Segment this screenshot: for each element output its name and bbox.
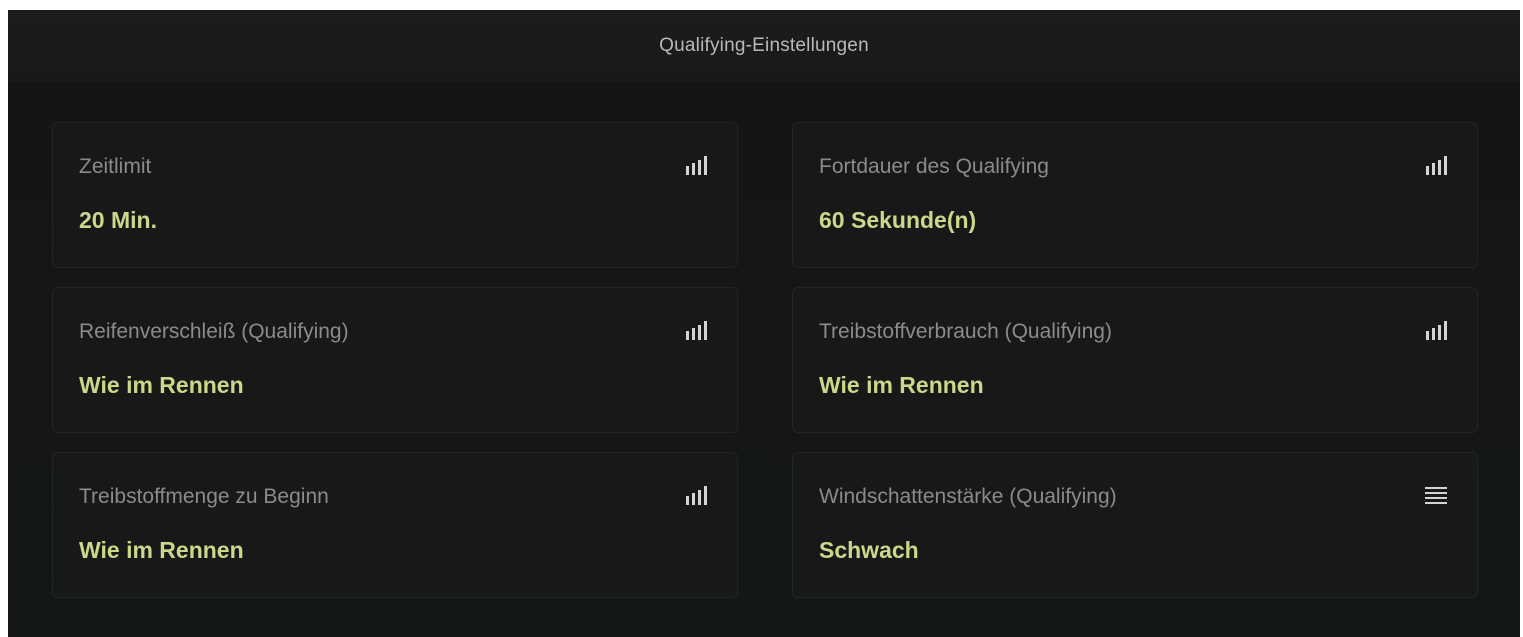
setting-qualifying-duration[interactable]: Fortdauer des Qualifying 60 Sekunde(n) [792, 122, 1478, 268]
setting-fuel-consumption[interactable]: Treibstoffverbrauch (Qualifying) Wie im … [792, 287, 1478, 433]
setting-label: Zeitlimit [79, 155, 152, 178]
setting-value: Wie im Rennen [79, 372, 244, 398]
setting-time-limit[interactable]: Zeitlimit 20 Min. [52, 122, 738, 268]
signal-bars-icon [686, 486, 707, 505]
setting-value: Schwach [819, 537, 919, 563]
settings-screen: Qualifying-Einstellungen Zeitlimit 20 Mi… [8, 10, 1520, 637]
setting-slipstream-strength[interactable]: Windschattenstärke (Qualifying) Schwach [792, 452, 1478, 598]
setting-start-fuel[interactable]: Treibstoffmenge zu Beginn Wie im Rennen [52, 452, 738, 598]
list-lines-icon [1425, 487, 1447, 504]
setting-label: Fortdauer des Qualifying [819, 155, 1049, 178]
setting-value: Wie im Rennen [819, 372, 984, 398]
signal-bars-icon [1426, 156, 1447, 175]
setting-label: Treibstoffmenge zu Beginn [79, 485, 329, 508]
signal-bars-icon [686, 321, 707, 340]
setting-label: Reifenverschleiß (Qualifying) [79, 320, 349, 343]
signal-bars-icon [1426, 321, 1447, 340]
header-bar: Qualifying-Einstellungen [8, 10, 1520, 82]
setting-value: Wie im Rennen [79, 537, 244, 563]
setting-label: Treibstoffverbrauch (Qualifying) [819, 320, 1112, 343]
signal-bars-icon [686, 156, 707, 175]
setting-label: Windschattenstärke (Qualifying) [819, 485, 1117, 508]
page-title: Qualifying-Einstellungen [659, 35, 869, 56]
setting-value: 60 Sekunde(n) [819, 207, 977, 233]
setting-value: 20 Min. [79, 207, 157, 233]
setting-tyre-wear[interactable]: Reifenverschleiß (Qualifying) Wie im Ren… [52, 287, 738, 433]
